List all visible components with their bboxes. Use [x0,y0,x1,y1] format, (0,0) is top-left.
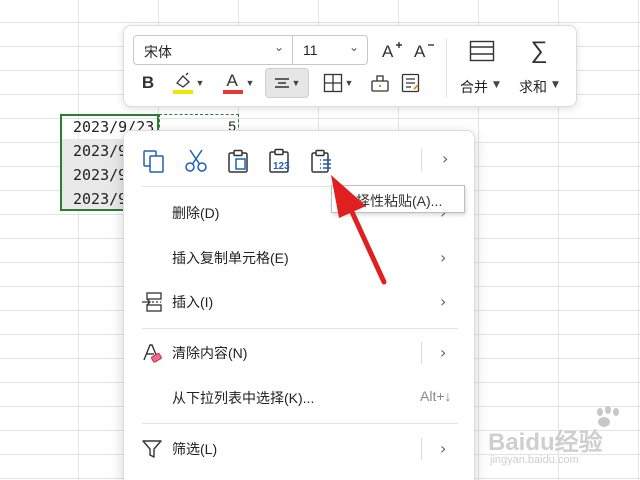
scissors-icon [185,149,207,172]
font-name-select[interactable]: 宋体 ⌄ [133,35,293,65]
menu-item-label: 从下拉列表中选择(K)... [172,390,315,406]
menu-divider [421,149,422,171]
paste-values-icon: 123 [269,148,290,173]
chevron-down-icon[interactable]: ▼ [493,80,500,90]
svg-text:A: A [382,42,394,60]
font-name-value: 宋体 [144,44,172,60]
chevron-right-icon[interactable]: › [442,149,448,168]
menu-item-label: 插入(I) [172,294,214,310]
menu-item-label: 清除内容(N) [172,345,248,361]
sigma-icon: ∑ [530,37,548,64]
menu-separator [142,423,458,424]
paste-special-icon [311,149,331,173]
font-decrease-icon: A [414,42,434,60]
menu-divider [421,438,422,460]
menu-divider [421,342,422,364]
context-menu: 123 › 删除(D) › 插入复制单元格(E) › 插入(I) › 清除内容(… [123,130,475,480]
toolbar-divider [446,38,447,98]
fill-color-button[interactable]: ▼ [169,70,207,96]
paste-icon [228,149,248,173]
font-size-select[interactable]: 11 ⌄ [292,35,368,65]
copy-button[interactable] [140,147,168,175]
increase-font-size-button[interactable]: A [379,37,405,63]
document-edit-icon [401,73,420,93]
chevron-down-icon[interactable]: ▼ [552,80,559,90]
chevron-right-icon: › [440,292,447,311]
eraser-icon [143,344,162,363]
paste-values-button[interactable]: 123 [266,147,294,175]
cut-button[interactable] [182,147,210,175]
decrease-font-size-button[interactable]: A [411,37,437,63]
align-center-icon [274,78,289,88]
chevron-down-icon: ▼ [245,78,255,88]
copy-icon [143,150,164,173]
merge-cells-icon [469,40,495,62]
baidu-watermark: Baidu经验 jingyan.baidu.com [488,404,640,480]
borders-button[interactable]: ▼ [319,71,357,95]
paint-bucket-icon [172,72,193,94]
merge-label[interactable]: 合并 [460,77,488,97]
menu-item-filter[interactable]: 筛选(L) › [124,429,476,469]
chevron-right-icon: › [440,343,447,362]
menu-item-pick-from-list[interactable]: 从下拉列表中选择(K)... Alt+↓ [124,378,476,418]
svg-text:A: A [414,42,426,60]
merge-button[interactable] [462,36,502,66]
quick-calc-button[interactable] [399,71,423,95]
paste-button[interactable] [224,147,252,175]
watermark-brand: Baidu经验 [488,429,603,456]
watermark-url: jingyan.baidu.com [490,454,579,466]
menu-item-shortcut: Alt+↓ [420,388,452,404]
menu-separator [142,328,458,329]
chevron-down-icon: ⌄ [273,40,284,54]
align-button[interactable]: ▼ [265,68,309,98]
floating-toolbar: 宋体 ⌄ 11 ⌄ A A 合并 ▼ ∑ 求和 ▼ B ▼ A ▼ ▼ ▼ [123,25,577,107]
font-size-value: 11 [303,42,318,58]
chevron-down-icon: ▼ [344,78,354,88]
chevron-down-icon: ⌄ [348,40,359,54]
paste-special-tooltip: 选择性粘贴(A)... [331,185,465,213]
menu-item-label: 插入复制单元格(E) [172,250,289,266]
chevron-down-icon: ▼ [291,78,301,88]
font-color-swatch [222,90,243,94]
menu-item-label: 删除(D) [172,205,220,221]
format-painter-icon [371,75,389,92]
font-color-icon: A [222,71,244,95]
insert-rows-icon [142,292,162,312]
filter-icon [142,440,162,458]
chevron-right-icon: › [440,248,447,267]
menu-item-label: 筛选(L) [172,441,218,457]
font-color-letter: A [226,71,238,90]
font-increase-icon: A [382,42,402,60]
svg-text:123: 123 [273,161,290,172]
font-color-button[interactable]: A ▼ [219,70,257,96]
sum-label[interactable]: 求和 [519,77,547,97]
menu-item-clear-contents[interactable]: 清除内容(N) › [124,333,476,373]
menu-item-insert-copied-cells[interactable]: 插入复制单元格(E) › [124,238,476,278]
bold-button[interactable]: B [137,71,159,95]
chevron-right-icon: › [440,439,447,458]
paste-special-button[interactable] [308,147,336,175]
borders-icon [323,73,342,93]
menu-item-insert[interactable]: 插入(I) › [124,282,476,322]
sum-button[interactable]: ∑ [524,36,554,66]
spreadsheet-window: 2023/9/23 2023/9/ 2023/9/ 2023/9/ 5 宋体 ⌄… [0,0,640,480]
format-painter-button[interactable] [368,71,392,95]
chevron-down-icon: ▼ [195,78,205,88]
